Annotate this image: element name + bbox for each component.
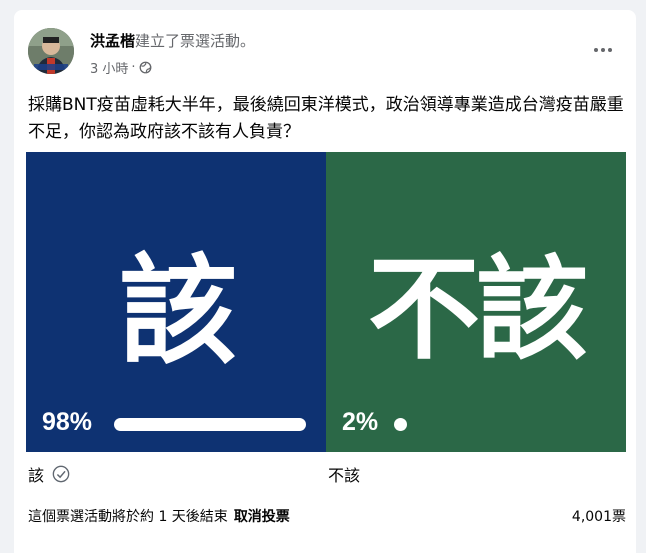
poll-post-card: 洪孟楷建立了票選活動。 3 小時 · 採購BNT疫苗虛耗大半年，最後繞回東洋模式… — [14, 10, 636, 553]
check-circle-icon — [52, 465, 70, 483]
total-votes: 4,001票 — [571, 509, 626, 525]
more-options-icon[interactable] — [588, 40, 618, 60]
author-name[interactable]: 洪孟楷 — [90, 32, 135, 50]
poll-option-no[interactable]: 不該 2% — [326, 152, 626, 452]
poll-question: 採購BNT疫苗虛耗大半年，最後繞回東洋模式，政治領導專業造成台灣疫苗嚴重不足，你… — [28, 95, 624, 142]
poll-footer-text-wrap: 這個票選活動將於約 1 天後結束 取消投票 — [28, 506, 290, 526]
option-yes-percent: 98% — [42, 408, 93, 436]
poll-options: 該 98% 不該 2% — [26, 152, 626, 452]
option-no-label[interactable]: 不該 — [328, 462, 360, 486]
option-yes-label: 該 — [28, 466, 45, 485]
option-no-progress-bar — [394, 418, 626, 431]
option-no-percent: 2% — [342, 408, 379, 436]
option-yes-graphic-text: 該 — [118, 241, 237, 380]
option-yes-progress-fill — [114, 418, 307, 431]
author-avatar[interactable] — [28, 28, 74, 74]
post-action-text: 建立了票選活動。 — [135, 32, 256, 50]
poll-option-labels: 該 不該 — [28, 462, 628, 492]
meta-separator: · — [131, 60, 136, 75]
post-meta: 3 小時 · — [90, 58, 152, 77]
cancel-vote-button[interactable]: 取消投票 — [234, 509, 290, 525]
option-yes-label-row[interactable]: 該 — [28, 462, 70, 486]
post-timestamp[interactable]: 3 小時 — [90, 58, 128, 77]
globe-icon[interactable] — [139, 61, 152, 74]
author-line: 洪孟楷建立了票選活動。 — [90, 30, 255, 51]
post-header: 洪孟楷建立了票選活動。 3 小時 · — [28, 24, 622, 84]
poll-footer: 這個票選活動將於約 1 天後結束 取消投票 4,001票 — [28, 506, 626, 530]
option-yes-progress-bar — [114, 418, 310, 431]
option-no-graphic-text: 不該 — [368, 245, 588, 375]
avatar-image — [28, 28, 74, 74]
poll-end-notice: 這個票選活動將於約 1 天後結束 — [28, 509, 228, 525]
poll-option-yes[interactable]: 該 98% — [26, 152, 326, 452]
option-no-progress-fill — [394, 418, 407, 431]
